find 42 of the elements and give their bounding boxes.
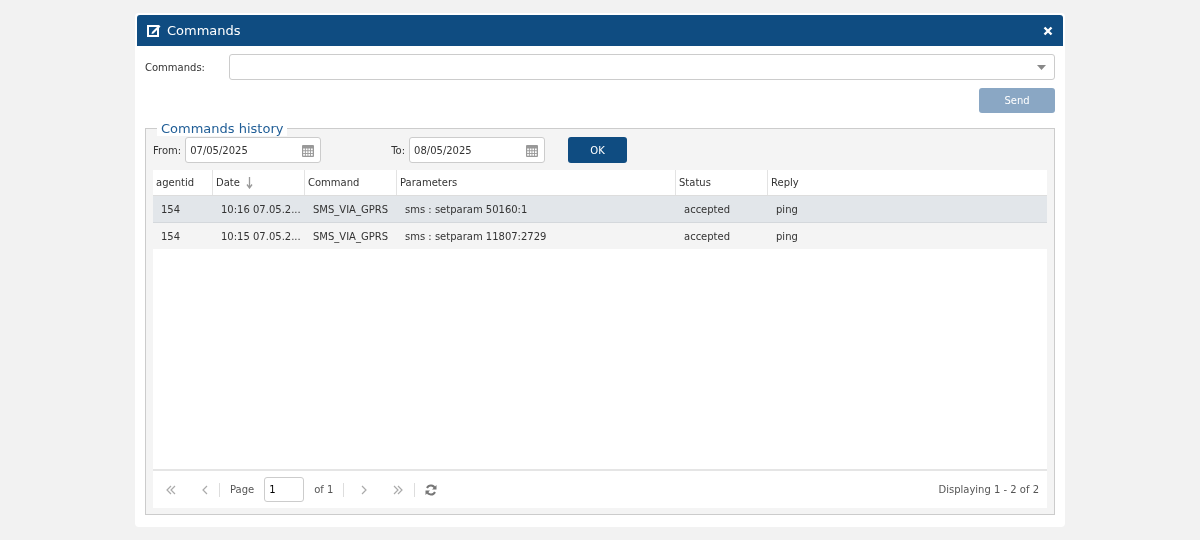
previous-page-icon[interactable] <box>201 484 209 495</box>
column-header[interactable]: Reply <box>768 170 1047 195</box>
page-input[interactable]: 1 <box>264 477 305 502</box>
table-cell: sms : setparam 50160:1 <box>405 203 528 215</box>
window-title: Commands <box>167 23 242 38</box>
table-cell: SMS_VIA_GPRS <box>313 230 389 242</box>
column-header[interactable]: Command <box>305 170 397 195</box>
table-cell: ping <box>776 230 798 242</box>
table-cell: sms : setparam 11807:2729 <box>405 230 547 242</box>
column-header[interactable]: agentid <box>153 170 213 195</box>
table-cell: 154 <box>161 230 181 242</box>
commands-dropdown[interactable] <box>229 54 1055 80</box>
edit-icon <box>147 24 161 37</box>
calendar-icon[interactable] <box>526 143 539 157</box>
refresh-icon[interactable] <box>425 483 438 496</box>
table-cell: 10:16 07.05.2... <box>221 203 301 215</box>
date-field[interactable]: 08/05/2025 <box>409 137 546 163</box>
table-cell: accepted <box>684 203 731 215</box>
table-row[interactable]: 154 10:15 07.05.2... SMS_VIA_GPRS sms : setparam 11807:2729 accepted ping <box>153 223 1047 250</box>
panel-legend: Commands history <box>157 121 288 136</box>
column-header[interactable]: Parameters <box>397 170 676 195</box>
ok-button[interactable]: OK <box>568 137 628 163</box>
date-field[interactable]: 07/05/2025 <box>185 137 322 163</box>
table-row[interactable]: 154 10:16 07.05.2... SMS_VIA_GPRS sms : setparam 50160:1 accepted ping <box>153 196 1047 223</box>
column-header[interactable]: Date <box>213 170 305 195</box>
table-cell: SMS_VIA_GPRS <box>313 203 389 215</box>
first-page-icon[interactable] <box>165 484 177 495</box>
table-cell: 10:15 07.05.2... <box>221 230 301 242</box>
field-label: From: <box>153 144 182 156</box>
page-label: Page <box>230 484 255 495</box>
field-label: Commands: <box>145 61 206 73</box>
table-cell: accepted <box>684 230 731 242</box>
last-page-icon[interactable] <box>392 484 405 495</box>
column-header[interactable]: Status <box>676 170 768 195</box>
page-count: of 1 <box>314 484 334 495</box>
calendar-icon[interactable] <box>302 143 315 157</box>
paging-summary: Displaying 1 - 2 of 2 <box>938 484 1039 495</box>
table-cell: ping <box>776 203 798 215</box>
dropdown-arrow-icon <box>1037 64 1046 70</box>
field-label: To: <box>391 144 406 156</box>
table-cell: 154 <box>161 203 181 215</box>
next-page-icon[interactable] <box>360 484 369 495</box>
